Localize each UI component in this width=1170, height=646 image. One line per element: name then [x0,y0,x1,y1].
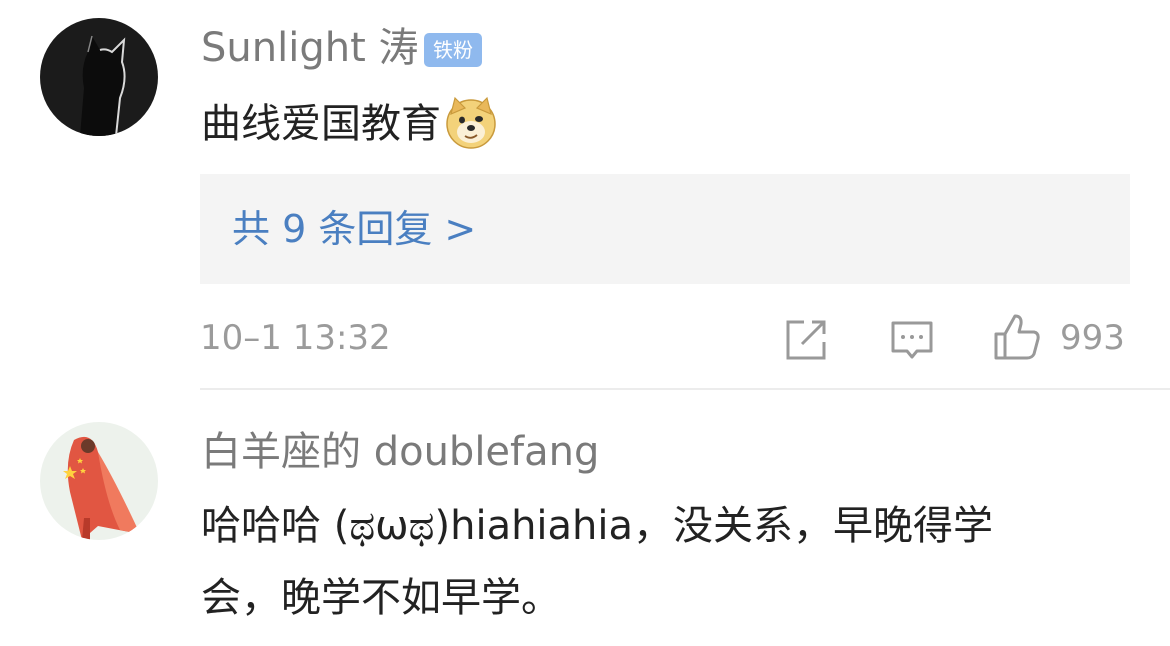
thumbs-up-icon [994,314,1040,360]
comment-button[interactable] [890,318,934,362]
red-cape-figure-avatar-icon [40,422,158,540]
fan-badge: 铁粉 [424,33,482,67]
comment-icon [891,321,933,359]
comment-divider [200,388,1170,390]
username[interactable]: Sunlight 涛 [201,24,418,72]
like-button[interactable] [992,312,1042,362]
timestamp: 10–1 13:32 [200,318,391,358]
comment-meta-bar: 10–1 13:32 993 [200,312,1130,364]
comment-text: 曲线爱国教育 [201,92,499,156]
avatar[interactable] [40,422,158,540]
avatar[interactable] [40,18,158,136]
comment-text-content: 曲线爱国教育 [201,101,441,147]
comment-list: Sunlight 涛 铁粉 曲线爱国教育 共 9 条回复 > 10–1 13:3… [0,0,1170,646]
share-button[interactable] [784,318,828,362]
like-count: 993 [1060,318,1125,358]
username[interactable]: 白羊座的 doublefang [201,428,599,476]
cat-silhouette-avatar-icon [40,18,158,136]
doge-emoji-icon [443,94,499,150]
comment-text-line-1: 哈哈哈 (ಥωಥ)hiahiahia，没关系，早晚得学 [201,503,994,549]
comment-text-line-2: 会，晚学不如早学。 [201,575,561,621]
share-icon [786,320,826,360]
view-replies-label: 共 9 条回复 > [232,207,477,251]
view-replies-button[interactable]: 共 9 条回复 > [200,174,1130,284]
